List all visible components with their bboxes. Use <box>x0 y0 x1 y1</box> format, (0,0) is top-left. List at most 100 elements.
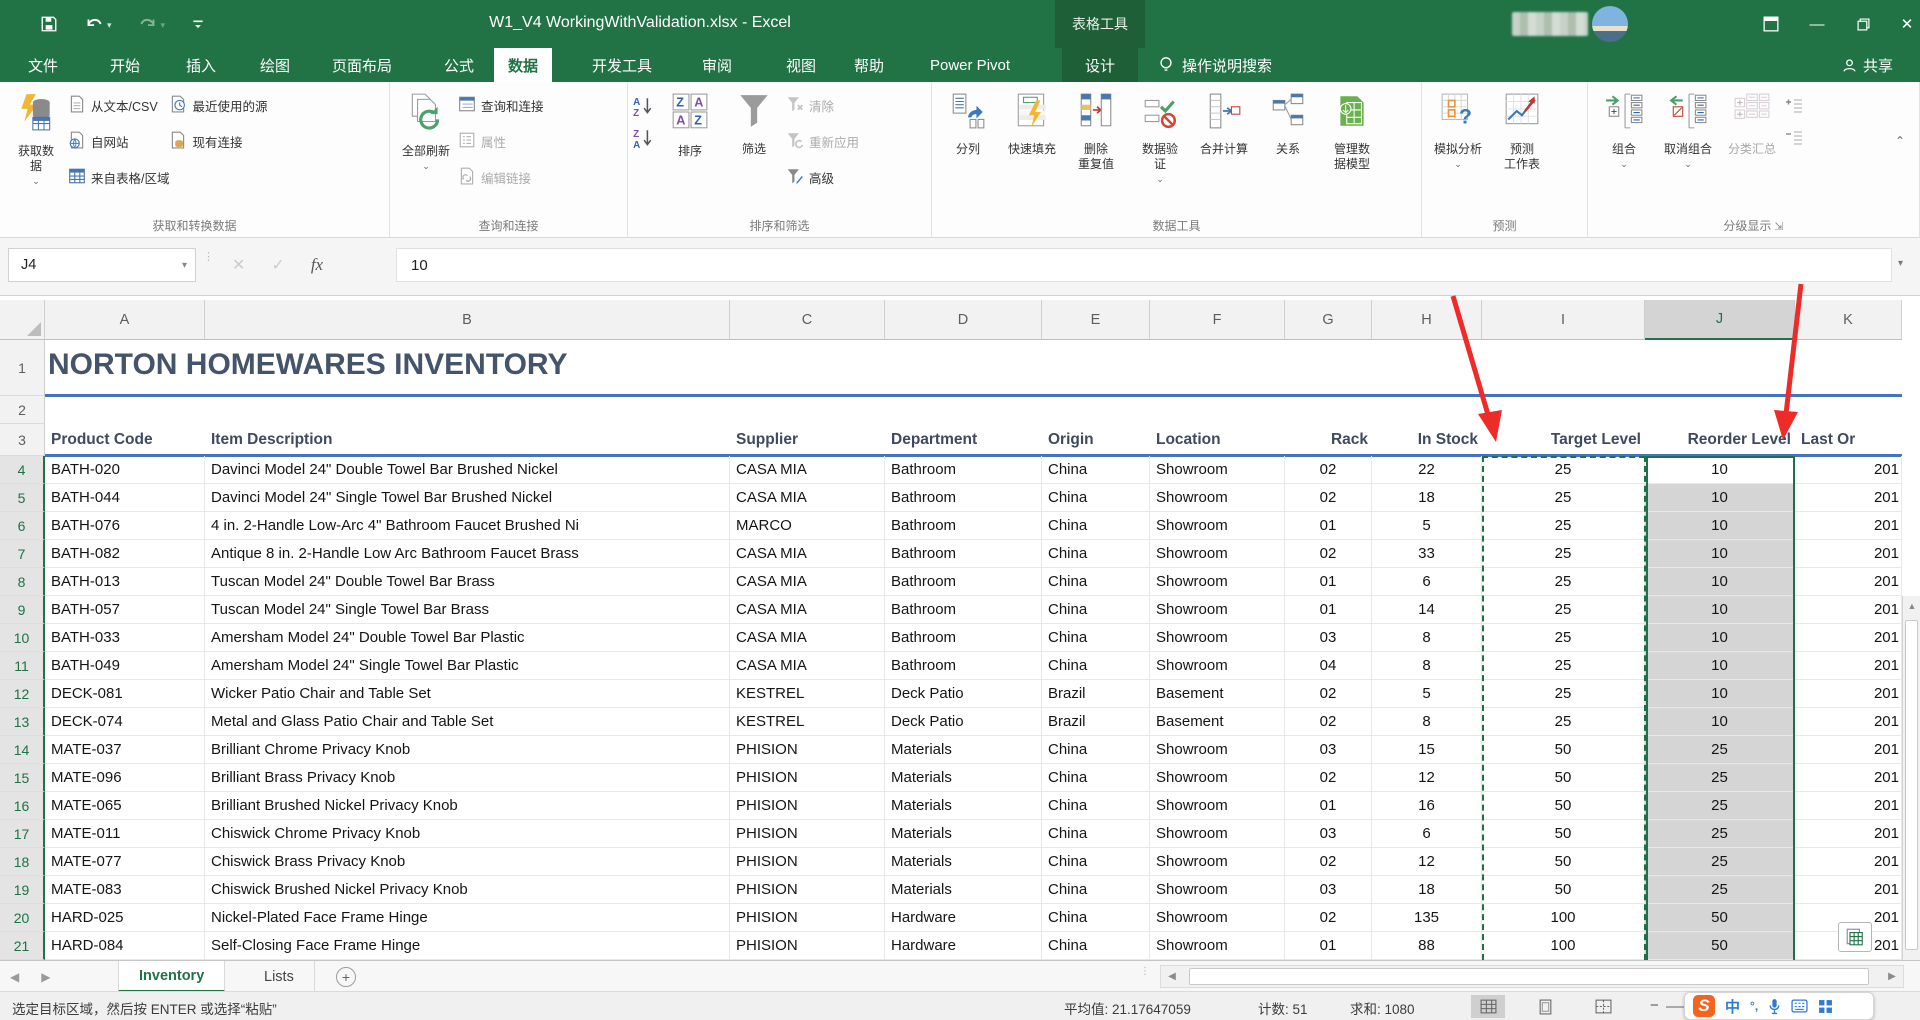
cell-E10[interactable]: China <box>1042 624 1150 652</box>
cell-E12[interactable]: Brazil <box>1042 680 1150 708</box>
cell-B17[interactable]: Chiswick Chrome Privacy Knob <box>205 820 730 848</box>
consolidate-button[interactable]: 合并计算 <box>1192 88 1256 157</box>
cell-K18[interactable]: 201 <box>1795 848 1902 876</box>
cell-F5[interactable]: Showroom <box>1150 484 1285 512</box>
cell-B11[interactable]: Amersham Model 24" Single Towel Bar Plas… <box>205 652 730 680</box>
cell-A12[interactable]: DECK-081 <box>45 680 205 708</box>
cell-B19[interactable]: Chiswick Brushed Nickel Privacy Knob <box>205 876 730 904</box>
cell-E8[interactable]: China <box>1042 568 1150 596</box>
cell-G17[interactable]: 03 <box>1285 820 1372 848</box>
cell-I6[interactable]: 25 <box>1482 512 1645 540</box>
cell-I18[interactable]: 50 <box>1482 848 1645 876</box>
cell-A11[interactable]: BATH-049 <box>45 652 205 680</box>
cell-F17[interactable]: Showroom <box>1150 820 1285 848</box>
row-header-12[interactable]: 12 <box>0 680 45 708</box>
cell-B8[interactable]: Tuscan Model 24" Double Towel Bar Brass <box>205 568 730 596</box>
cell-C5[interactable]: CASA MIA <box>730 484 885 512</box>
cell-H4[interactable]: 22 <box>1372 456 1482 484</box>
cell-J5[interactable]: 10 <box>1645 484 1795 512</box>
ribbon-display-options-button[interactable] <box>1748 0 1794 48</box>
normal-view-button[interactable] <box>1471 995 1505 1018</box>
cell-C13[interactable]: KESTREL <box>730 708 885 736</box>
insert-function-button[interactable]: fx <box>311 255 323 275</box>
name-box-dropdown-icon[interactable]: ▾ <box>182 260 187 271</box>
cell-E14[interactable]: China <box>1042 736 1150 764</box>
queries-connections-button[interactable]: 查询和连接 <box>458 94 544 116</box>
formula-input[interactable]: 10 <box>396 248 1892 282</box>
cell-F14[interactable]: Showroom <box>1150 736 1285 764</box>
ime-mode-chinese[interactable]: 中 <box>1725 996 1740 1017</box>
cell-I17[interactable]: 50 <box>1482 820 1645 848</box>
row-header-18[interactable]: 18 <box>0 848 45 876</box>
cell-G10[interactable]: 03 <box>1285 624 1372 652</box>
sheet-nav-right-icon[interactable]: ▶ <box>41 970 50 984</box>
cell-A13[interactable]: DECK-074 <box>45 708 205 736</box>
cell-A6[interactable]: BATH-076 <box>45 512 205 540</box>
cell-C18[interactable]: PHISION <box>730 848 885 876</box>
cell-H8[interactable]: 6 <box>1372 568 1482 596</box>
redo-button[interactable]: ▾ <box>138 15 166 33</box>
cell-K16[interactable]: 201 <box>1795 792 1902 820</box>
cell-G19[interactable]: 03 <box>1285 876 1372 904</box>
cell-A21[interactable]: HARD-084 <box>45 932 205 960</box>
menu-tab-数据[interactable]: 数据 <box>494 48 552 82</box>
cell-I9[interactable]: 25 <box>1482 596 1645 624</box>
cell-K5[interactable]: 201 <box>1795 484 1902 512</box>
menu-tab-插入[interactable]: 插入 <box>172 48 230 82</box>
column-header-B[interactable]: B <box>205 300 730 340</box>
row-header-5[interactable]: 5 <box>0 484 45 512</box>
cell-K8[interactable]: 201 <box>1795 568 1902 596</box>
clear-filter-button[interactable]: 清除 <box>786 94 859 116</box>
menu-tab-审阅[interactable]: 审阅 <box>688 48 746 82</box>
cell-C20[interactable]: PHISION <box>730 904 885 932</box>
column-header-C[interactable]: C <box>730 300 885 340</box>
contextual-tab-design[interactable]: 设计 <box>1062 48 1138 82</box>
cell-G11[interactable]: 04 <box>1285 652 1372 680</box>
cell-J20[interactable]: 50 <box>1645 904 1795 932</box>
cell-A9[interactable]: BATH-057 <box>45 596 205 624</box>
customize-qat-button[interactable] <box>191 17 205 31</box>
cell-F15[interactable]: Showroom <box>1150 764 1285 792</box>
text-to-columns-button[interactable]: 分列 <box>936 88 1000 157</box>
cell-C17[interactable]: PHISION <box>730 820 885 848</box>
scroll-left-icon[interactable]: ◀ <box>1161 971 1183 982</box>
sheet-tab-lists[interactable]: Lists <box>244 961 315 992</box>
cell-G8[interactable]: 01 <box>1285 568 1372 596</box>
cell-I19[interactable]: 50 <box>1482 876 1645 904</box>
cell-D11[interactable]: Bathroom <box>885 652 1042 680</box>
cell-G14[interactable]: 03 <box>1285 736 1372 764</box>
cell-J15[interactable]: 25 <box>1645 764 1795 792</box>
ungroup-button[interactable]: 取消组合⌄ <box>1656 88 1720 170</box>
cell-J17[interactable]: 25 <box>1645 820 1795 848</box>
cell-A18[interactable]: MATE-077 <box>45 848 205 876</box>
cell-C10[interactable]: CASA MIA <box>730 624 885 652</box>
recent-sources-button[interactable]: 最近使用的源 <box>169 94 267 116</box>
sort-button[interactable]: ZAAZ排序 <box>658 88 722 159</box>
cell-B21[interactable]: Self-Closing Face Frame Hinge <box>205 932 730 960</box>
formula-bar-splitter[interactable]: ⋮ <box>203 254 211 278</box>
cell-C11[interactable]: CASA MIA <box>730 652 885 680</box>
cell-E9[interactable]: China <box>1042 596 1150 624</box>
column-header-A[interactable]: A <box>45 300 205 340</box>
cell-I20[interactable]: 100 <box>1482 904 1645 932</box>
row-header-11[interactable]: 11 <box>0 652 45 680</box>
cell-G13[interactable]: 02 <box>1285 708 1372 736</box>
cell-C15[interactable]: PHISION <box>730 764 885 792</box>
minimize-button[interactable]: — <box>1794 0 1840 48</box>
hide-detail-button[interactable] <box>1784 128 1804 150</box>
share-button[interactable]: 共享 <box>1842 48 1893 82</box>
column-header-I[interactable]: I <box>1482 300 1645 340</box>
menu-tab-页面布局[interactable]: 页面布局 <box>318 48 406 82</box>
cell-E4[interactable]: China <box>1042 456 1150 484</box>
cell-I13[interactable]: 25 <box>1482 708 1645 736</box>
cell-B12[interactable]: Wicker Patio Chair and Table Set <box>205 680 730 708</box>
cell-F21[interactable]: Showroom <box>1150 932 1285 960</box>
cell-K14[interactable]: 201 <box>1795 736 1902 764</box>
cell-I8[interactable]: 25 <box>1482 568 1645 596</box>
cell-D10[interactable]: Bathroom <box>885 624 1042 652</box>
cell-I14[interactable]: 50 <box>1482 736 1645 764</box>
cell-I11[interactable]: 25 <box>1482 652 1645 680</box>
flash-fill-button[interactable]: 快速填充 <box>1000 88 1064 157</box>
cell-K6[interactable]: 201 <box>1795 512 1902 540</box>
column-header-F[interactable]: F <box>1150 300 1285 340</box>
